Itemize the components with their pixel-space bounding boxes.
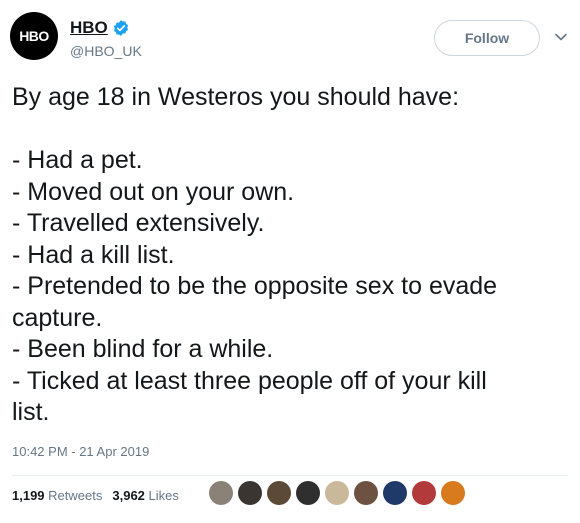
likes-label: Likes [148,488,179,503]
liker-avatar-3[interactable] [267,481,291,505]
liker-avatar-9[interactable] [441,481,465,505]
avatar-logo-text: HBO [19,28,49,44]
avatar[interactable]: HBO [10,12,58,60]
tweet-stats: 1,199 Retweets 3,962 Likes [12,488,189,503]
likes-count: 3,962 [112,488,145,503]
verified-badge-icon [113,20,128,36]
retweets-stat[interactable]: 1,199 Retweets [12,488,102,503]
user-handle[interactable]: @HBO_UK [70,43,142,59]
retweets-count: 1,199 [12,488,45,503]
retweets-label: Retweets [48,488,103,503]
follow-button[interactable]: Follow [434,20,540,56]
liker-avatar-5[interactable] [325,481,349,505]
display-name[interactable]: HBO [70,18,108,38]
liker-avatar-1[interactable] [209,481,233,505]
tweet-text: By age 18 in Westeros you should have: -… [12,83,498,426]
likes-stat[interactable]: 3,962 Likes [112,488,179,503]
tweet-timestamp[interactable]: 10:42 PM - 21 Apr 2019 [12,444,149,459]
tweet-header: HBO HBO @HBO_UK Follow [10,12,570,64]
divider [12,475,568,476]
liker-avatar-7[interactable] [383,481,407,505]
liker-avatars [209,481,470,505]
liker-avatar-4[interactable] [296,481,320,505]
chevron-down-icon[interactable] [554,30,568,44]
user-names: HBO @HBO_UK [70,18,142,59]
liker-avatar-2[interactable] [238,481,262,505]
liker-avatar-6[interactable] [354,481,378,505]
tweet-card: HBO HBO @HBO_UK Follow By age 18 in West… [0,0,580,523]
display-name-row: HBO [70,18,142,38]
liker-avatar-8[interactable] [412,481,436,505]
